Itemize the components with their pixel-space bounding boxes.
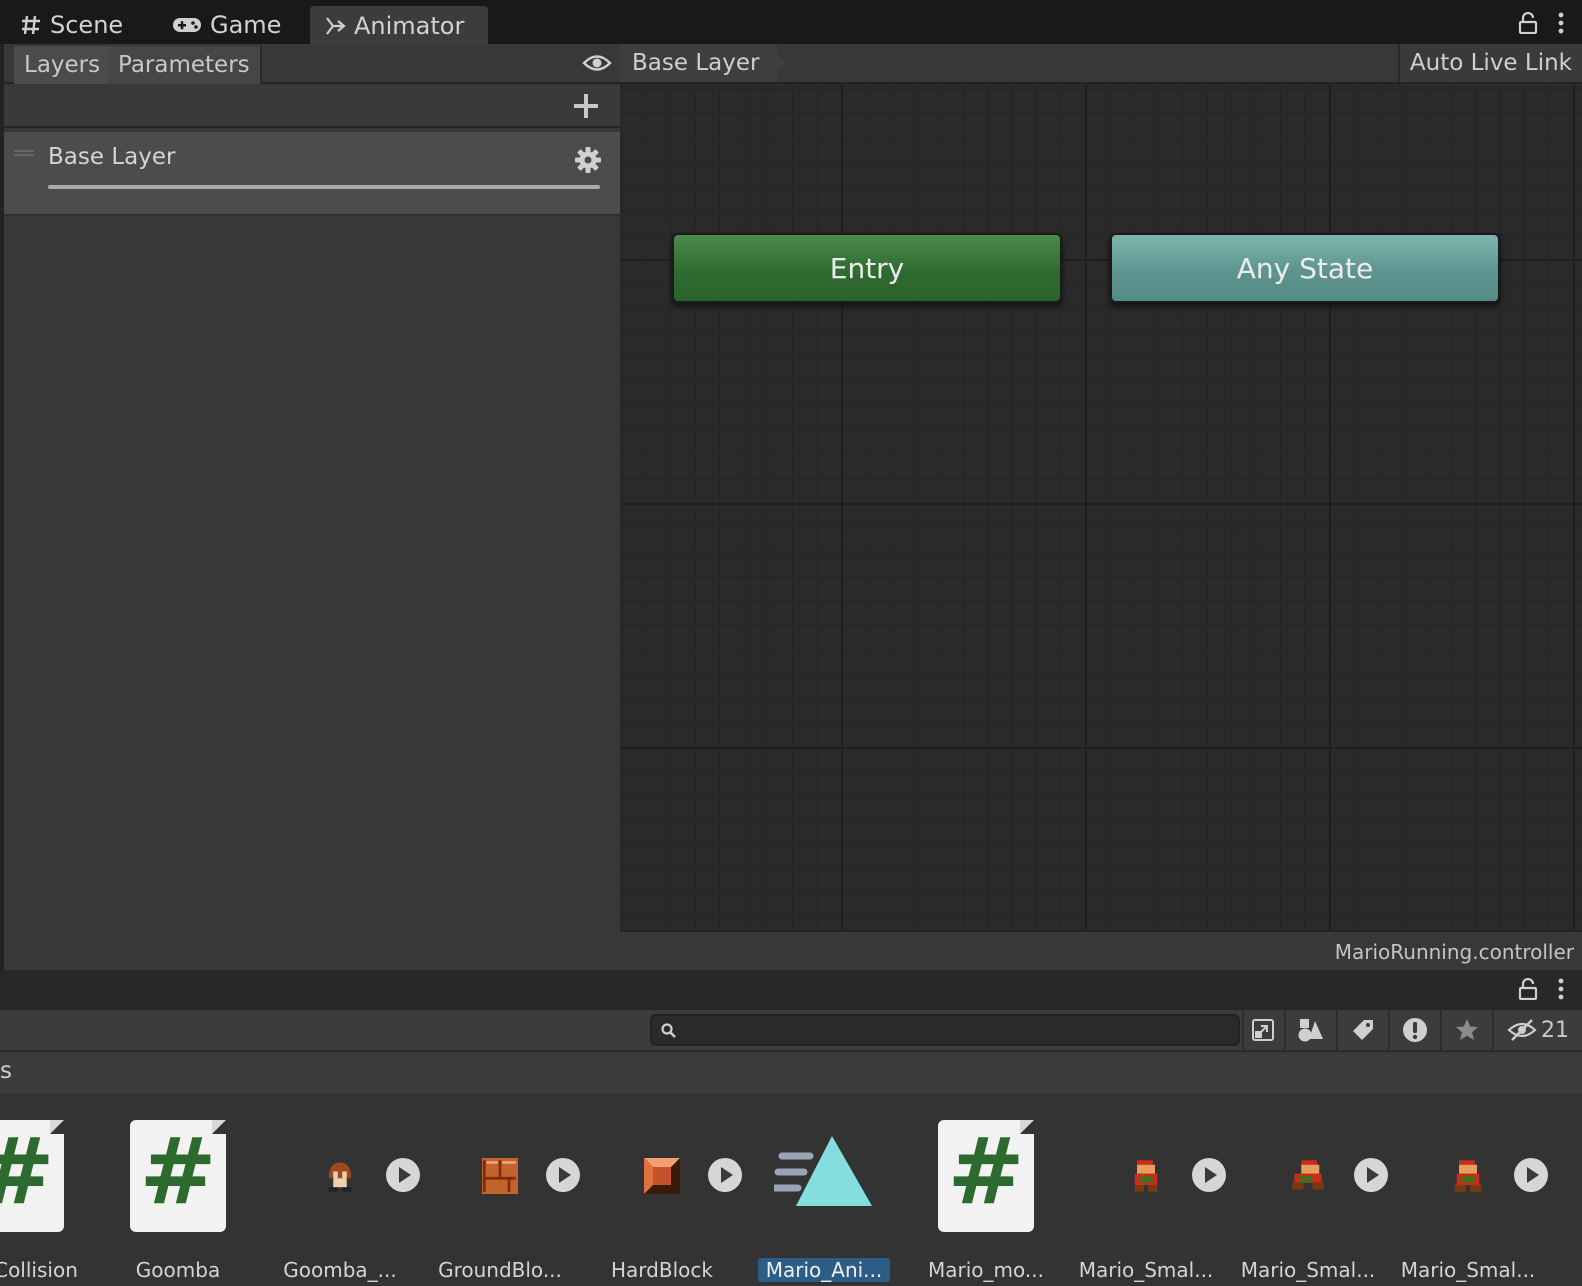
play-icon[interactable] [1192,1158,1226,1192]
tab-animator-label: Animator [354,12,465,40]
external-window-icon [1252,1019,1274,1041]
graph-status-bar: MarioRunning.controller [620,930,1582,970]
grid-icon [22,15,40,35]
project-toolbar: 21 [0,1010,1582,1052]
tab-scene-label: Scene [50,11,124,39]
play-icon[interactable] [1514,1158,1548,1192]
asset-item[interactable]: GroundBlo... [420,1120,580,1286]
controller-filename: MarioRunning.controller [1334,940,1574,964]
asset-item[interactable]: HardBlock [582,1120,742,1286]
layer-weight-bar [48,185,600,189]
breadcrumb-bar: Base Layer Auto Live Link [620,44,1582,84]
script-icon: # [130,1120,226,1232]
lock-icon[interactable] [1518,12,1538,34]
asset-label: Mario_Smal... [1400,1258,1536,1282]
goomba-sprite-icon [328,1162,352,1192]
gamepad-icon [173,18,201,32]
tab-scene[interactable]: Scene [6,6,137,44]
asset-label: Goomba_... [283,1258,397,1282]
shapes-icon [1298,1019,1323,1042]
project-breadcrumb: s [0,1054,1582,1094]
script-icon: # [938,1120,1034,1232]
star-icon [1456,1019,1478,1040]
window-tab-bar: Scene Game Animator [0,0,1582,44]
gear-icon[interactable] [574,146,602,174]
asset-label: GroundBlo... [438,1258,562,1282]
search-window-button[interactable] [1242,1010,1282,1050]
mario-sprite-icon [1454,1160,1482,1192]
asset-item[interactable]: Mario_Smal... [1228,1120,1388,1286]
animator-controller-icon [774,1136,872,1206]
asset-item[interactable]: # Mario_mo... [906,1120,1066,1286]
layer-item-base-layer[interactable]: Base Layer [4,132,620,216]
entry-node[interactable]: Entry [672,233,1062,303]
filter-by-type-button[interactable] [1284,1010,1336,1050]
asset-grid: # Collision # Goomba Goomba_... [0,1094,1582,1286]
hard-block-sprite-icon [644,1158,680,1194]
script-icon: # [0,1120,64,1232]
layer-toolbar [4,86,620,128]
hidden-count: 21 [1541,1017,1569,1043]
hidden-packages-toggle[interactable]: 21 [1492,1010,1582,1050]
project-panel: 21 s # Collision # Goomba Goomba_... [0,970,1582,1286]
drag-handle-icon[interactable] [14,150,34,156]
asset-item[interactable]: Mario_Smal... [1066,1120,1226,1286]
breadcrumb-base-layer[interactable]: Base Layer [620,44,778,82]
lock-icon[interactable] [1518,978,1538,1000]
layer-name: Base Layer [48,144,176,170]
eye-slash-icon [1507,1019,1537,1041]
asset-label: Goomba [135,1258,221,1282]
project-panel-header [0,970,1582,1010]
window-controls [1518,12,1564,34]
tag-icon [1353,1020,1373,1040]
layers-panel-tabs: Layers Parameters [4,44,620,84]
favorites-button[interactable] [1440,1010,1492,1050]
animator-graph[interactable]: Base Layer Auto Live Link Entry Any Stat… [620,44,1582,970]
filter-by-label-button[interactable] [1336,1010,1388,1050]
project-window-controls [1518,978,1564,1000]
log-types-button[interactable] [1388,1010,1440,1050]
animator-icon [326,17,346,35]
asset-item-selected[interactable]: Mario_Ani... [750,1120,910,1286]
asset-item[interactable]: Goomba_... [260,1120,420,1286]
add-layer-button[interactable] [572,92,600,120]
layers-panel: Layers Parameters Base Layer [0,44,620,970]
asset-label: Mario_Ani... [758,1258,890,1282]
tab-game-label: Game [210,11,282,39]
tab-layers[interactable]: Layers [14,46,113,84]
any-state-node[interactable]: Any State [1110,233,1500,303]
asset-label: HardBlock [611,1258,713,1282]
asset-label: Mario_mo... [928,1258,1044,1282]
asset-label: Mario_Smal... [1240,1258,1376,1282]
ground-block-sprite-icon [482,1158,518,1194]
folder-breadcrumb[interactable]: s [0,1058,12,1084]
kebab-menu-icon[interactable] [1558,978,1564,1000]
tab-animator[interactable]: Animator [310,6,488,44]
tab-parameters[interactable]: Parameters [108,46,262,84]
asset-item[interactable]: # Goomba [98,1120,258,1286]
play-icon[interactable] [386,1158,420,1192]
search-icon [661,1023,676,1038]
tab-game[interactable]: Game [158,6,295,44]
eye-icon[interactable] [582,52,612,74]
auto-live-link-button[interactable]: Auto Live Link [1397,44,1582,82]
breadcrumb-arrow [768,44,786,82]
mario-sprite-icon [1292,1160,1324,1190]
play-icon[interactable] [708,1158,742,1192]
kebab-menu-icon[interactable] [1558,12,1564,34]
search-input[interactable] [650,1014,1240,1046]
asset-item[interactable]: Mario_Smal... [1388,1120,1548,1286]
exclamation-icon [1403,1018,1427,1042]
play-icon[interactable] [546,1158,580,1192]
play-icon[interactable] [1354,1158,1388,1192]
mario-sprite-icon [1134,1160,1158,1192]
asset-label: Mario_Smal... [1078,1258,1214,1282]
